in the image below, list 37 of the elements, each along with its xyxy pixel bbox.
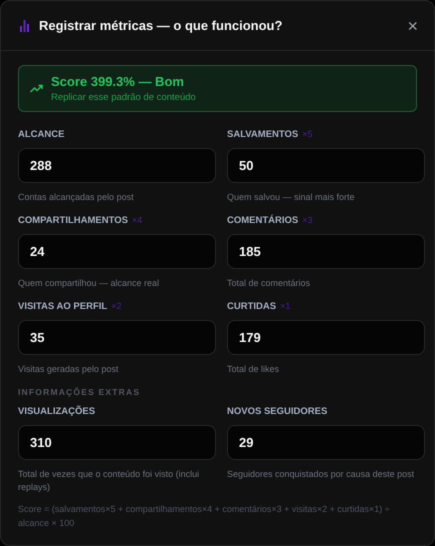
bar-chart-icon (20, 20, 29, 32)
field-hint: Visitas geradas pelo post (18, 363, 120, 376)
weight-label: ×4 (132, 215, 142, 225)
field-hint: Quem salvou — sinal mais forte (227, 191, 356, 204)
field-label: COMENTÁRIOS (227, 215, 298, 226)
section-heading: INFORMAÇÕES EXTRAS (18, 387, 142, 397)
score-headline: Score 399.3% — Bom (51, 74, 185, 89)
close-button[interactable]: × (403, 16, 422, 34)
field-label: VISUALIZAÇÕES (18, 406, 96, 417)
weight-label: ×5 (302, 129, 313, 139)
input-field[interactable]: 29 (227, 425, 425, 460)
field-label: NOVOS SEGUIDORES (227, 406, 328, 417)
field-label: ALCANCE (18, 129, 64, 140)
weight-label: ×3 (302, 215, 313, 225)
input-field[interactable]: 185 (227, 234, 425, 269)
dialog-title: Registrar métricas — o que funcionou? (39, 18, 284, 33)
field-label: COMPARTILHAMENTOS (18, 215, 128, 226)
trend-up-icon (30, 84, 43, 93)
input-field[interactable]: 288 (18, 148, 216, 183)
field-label: VISITAS AO PERFIL (18, 301, 108, 312)
field-hint: Total de likes (227, 363, 280, 376)
field-label: SALVAMENTOS (227, 129, 298, 140)
input-field[interactable]: 179 (227, 320, 425, 355)
formula-text: Score = (salvamentos×5 + compartilhamentos×4 + comentários×3 + visitas×2 + curtidas×1) ÷ alcance × 100 (18, 503, 391, 530)
field-hint: Quem compartilhou — alcance real (18, 277, 160, 290)
weight-label: ×1 (280, 301, 290, 311)
field-hint: Seguidores conquistados por causa deste post (227, 468, 416, 481)
field-label: CURTIDAS (227, 301, 276, 312)
field-hint: Total de comentários (227, 277, 312, 290)
input-field[interactable]: 310 (18, 425, 216, 460)
weight-label: ×2 (111, 301, 122, 311)
score-subtitle: Replicar esse padrão de conteúdo (51, 92, 196, 103)
input-field[interactable]: 35 (18, 320, 216, 355)
field-hint: Total de vezes que o conteúdo foi visto (inclui replays) (18, 468, 200, 494)
field-hint: Contas alcançadas pelo post (18, 191, 135, 204)
input-field[interactable]: 50 (227, 148, 425, 183)
input-field[interactable]: 24 (18, 234, 216, 269)
